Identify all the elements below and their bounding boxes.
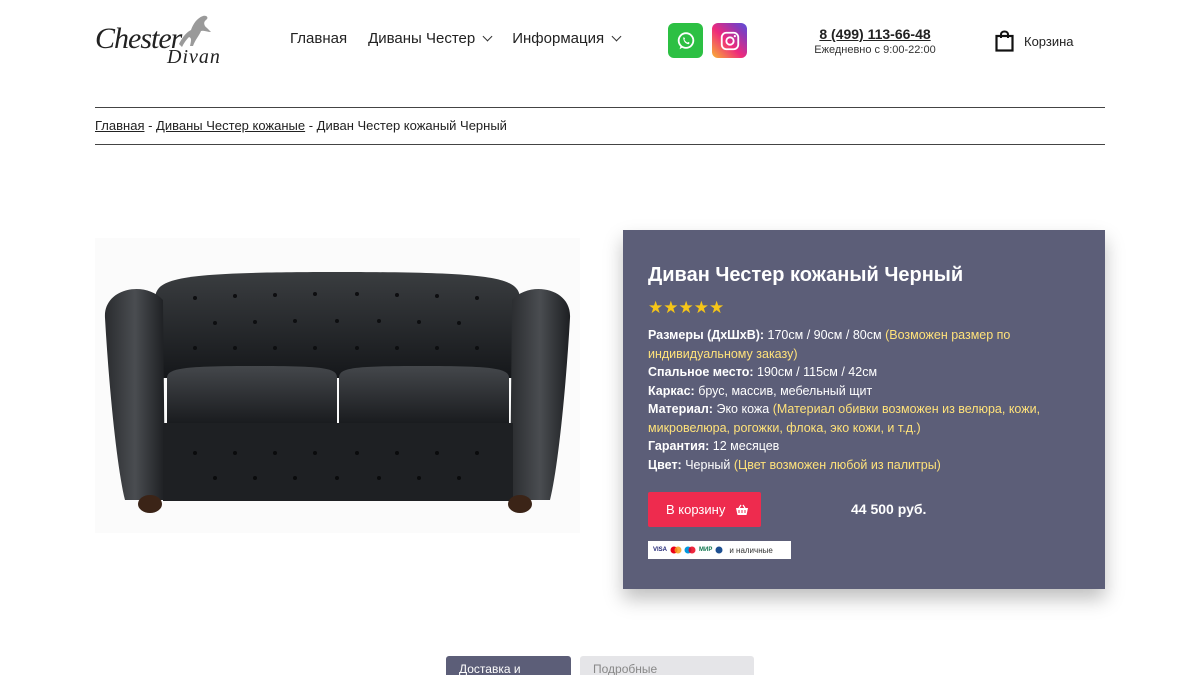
product-info-panel: Диван Честер кожаный Черный ★★★★★ Размер… bbox=[623, 230, 1105, 589]
spec-note: (Цвет возможен любой из палитры) bbox=[733, 457, 941, 472]
spec-label: Цвет: bbox=[648, 457, 682, 472]
mir-logo: МИР bbox=[699, 547, 713, 553]
phone-link[interactable]: 8 (499) 113-66-48 bbox=[795, 26, 955, 42]
main-nav: Главная Диваны Честер Информация bbox=[290, 30, 641, 47]
rating-stars: ★★★★★ bbox=[648, 298, 725, 317]
tab-delivery-payment[interactable]: Доставка и оплата bbox=[446, 656, 571, 675]
spec-value: Эко кожа bbox=[716, 402, 770, 416]
spec-value: 12 месяцев bbox=[712, 439, 780, 453]
logo-word-divan: Divan bbox=[167, 46, 221, 68]
product-price: 44 500 руб. bbox=[851, 501, 927, 517]
site-header: Chester Divan Главная Диваны Честер Инфо… bbox=[0, 0, 1200, 90]
chevron-down-icon bbox=[482, 31, 493, 42]
maestro-icon bbox=[684, 546, 696, 554]
spec-value: брус, массив, мебельный щит bbox=[698, 383, 873, 398]
spec-size: Размеры (ДхШхВ): 170см / 90см / 80см (Во… bbox=[648, 326, 1088, 363]
breadcrumb: Главная - Диваны Честер кожаные - Диван … bbox=[95, 118, 507, 133]
breadcrumb-current: Диван Честер кожаный Черный bbox=[316, 118, 507, 133]
whatsapp-button[interactable] bbox=[668, 23, 703, 58]
nav-item-home[interactable]: Главная bbox=[290, 30, 347, 47]
shopping-bag-icon bbox=[995, 30, 1014, 52]
tab-detailed-specs[interactable]: Подробные характеристики bbox=[580, 656, 754, 675]
site-logo[interactable]: Chester Divan bbox=[95, 14, 230, 69]
spec-color: Цвет: Черный (Цвет возможен любой из пал… bbox=[648, 456, 1088, 475]
sofa-photo bbox=[104, 272, 571, 513]
mastercard-icon bbox=[670, 546, 682, 554]
spec-frame: Каркас: брус, массив, мебельный щит bbox=[648, 382, 1088, 401]
add-to-cart-label: В корзину bbox=[666, 502, 726, 517]
cash-label: и наличные bbox=[729, 545, 773, 555]
spec-value: 170см / 90см / 80см bbox=[767, 328, 882, 342]
contact-block: 8 (499) 113-66-48 Ежедневно с 9:00-22:00 bbox=[795, 26, 955, 56]
instagram-button[interactable] bbox=[712, 23, 747, 58]
basket-icon bbox=[736, 504, 749, 515]
product-specs: Размеры (ДхШхВ): 170см / 90см / 80см (Во… bbox=[648, 326, 1088, 474]
whatsapp-icon bbox=[677, 31, 694, 49]
spec-value: 190см / 115см / 42см bbox=[757, 365, 878, 379]
spec-material: Материал: Эко кожа (Материал обивки возм… bbox=[648, 400, 1088, 437]
breadcrumb-separator: - bbox=[305, 118, 317, 133]
divider bbox=[95, 144, 1105, 145]
working-hours: Ежедневно с 9:00-22:00 bbox=[814, 44, 936, 56]
nav-item-label: Диваны Честер bbox=[368, 30, 476, 47]
breadcrumb-category-link[interactable]: Диваны Честер кожаные bbox=[156, 118, 305, 133]
nav-item-chester-sofas[interactable]: Диваны Честер bbox=[368, 30, 493, 47]
cart-link[interactable]: Корзина bbox=[995, 30, 1074, 52]
spec-value: Черный bbox=[685, 457, 731, 472]
product-image[interactable] bbox=[95, 238, 580, 533]
breadcrumb-separator: - bbox=[144, 118, 157, 133]
chevron-down-icon bbox=[611, 31, 622, 42]
spec-label: Каркас: bbox=[648, 383, 695, 398]
breadcrumb-home-link[interactable]: Главная bbox=[95, 118, 144, 133]
spec-label: Материал: bbox=[648, 402, 713, 416]
nav-item-label: Информация bbox=[512, 30, 605, 47]
instagram-icon bbox=[720, 31, 739, 50]
spec-label: Размеры (ДхШхВ): bbox=[648, 328, 765, 342]
nav-item-label: Главная bbox=[290, 30, 348, 47]
spec-warranty: Гарантия: 12 месяцев bbox=[648, 437, 1088, 456]
visa-logo: VISA bbox=[653, 547, 668, 553]
spec-label: Спальное место: bbox=[648, 365, 754, 379]
add-to-cart-button[interactable]: В корзину bbox=[648, 492, 761, 527]
payment-methods: VISA МИР и наличные bbox=[648, 541, 791, 559]
spec-label: Гарантия: bbox=[648, 439, 710, 453]
spec-sleeping-area: Спальное место: 190см / 115см / 42см bbox=[648, 363, 1088, 382]
card-icon bbox=[715, 546, 723, 554]
divider bbox=[95, 107, 1105, 108]
cart-label: Корзина bbox=[1024, 33, 1074, 49]
nav-item-information[interactable]: Информация bbox=[512, 30, 622, 47]
product-title: Диван Честер кожаный Черный bbox=[648, 264, 964, 286]
